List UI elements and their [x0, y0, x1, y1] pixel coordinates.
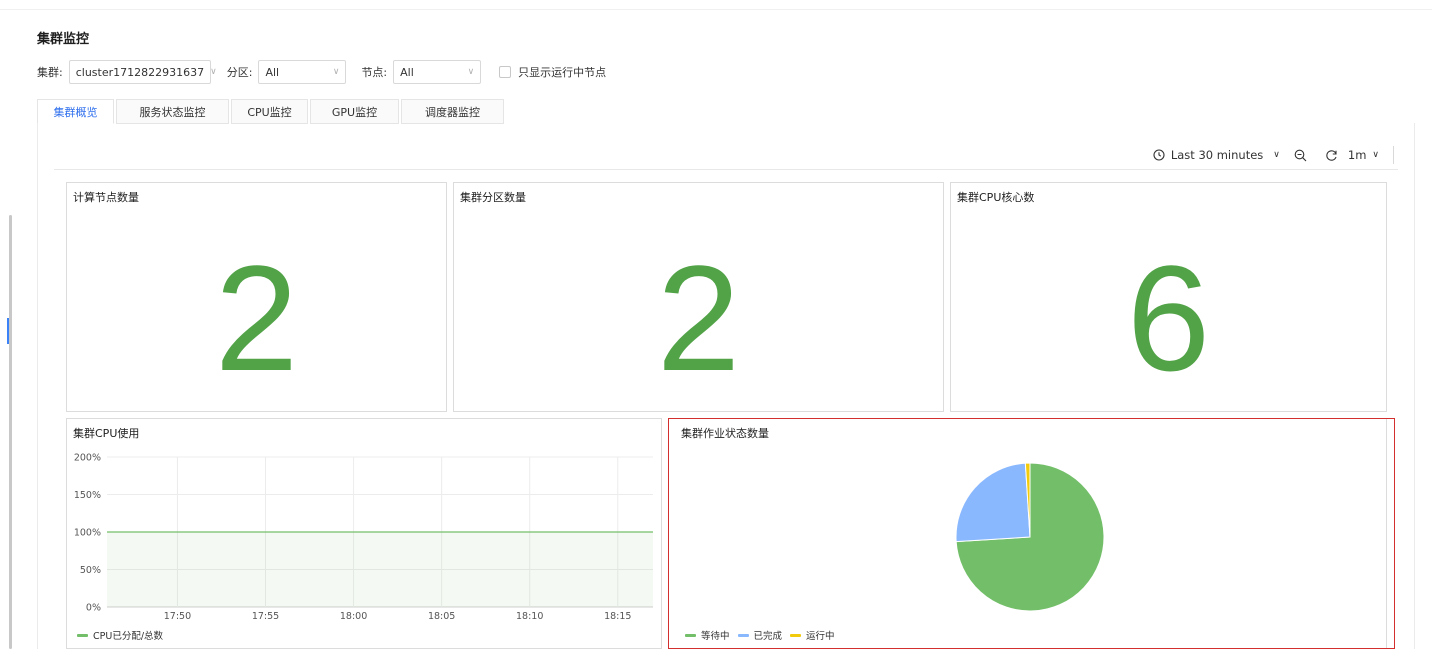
- page-title: 集群监控: [37, 32, 90, 47]
- stat-panel-node-count[interactable]: 计算节点数量 2: [66, 182, 447, 412]
- sidebar-scrollbar[interactable]: [9, 215, 12, 649]
- legend-swatch: [685, 633, 696, 637]
- panel-title: 集群CPU核心数: [957, 191, 1035, 204]
- x-tick-label: 17:50: [164, 611, 191, 622]
- job-status-panel[interactable]: 集群作业状态数量 等待中 已完成 运行中: [668, 418, 1395, 649]
- node-select[interactable]: All ∨: [393, 60, 482, 84]
- sidebar-active-marker: [7, 318, 9, 344]
- dashboard-toolbar: Last 30 minutes ∨ 1m ∨: [54, 141, 1398, 170]
- running-only-checkbox[interactable]: [499, 66, 512, 78]
- stat-panel-cpu-cores[interactable]: 集群CPU核心数 6: [950, 182, 1387, 412]
- legend-item[interactable]: CPU已分配/总数: [77, 628, 163, 642]
- tab-bar: 集群概览 服务状态监控 CPU监控 GPU监控 调度器监控: [37, 99, 506, 124]
- refresh-interval-label: 1m: [1347, 148, 1367, 162]
- node-select-value: All: [400, 65, 414, 79]
- legend-label: 等待中: [701, 631, 730, 642]
- zoom-out-button[interactable]: [1294, 149, 1307, 162]
- legend-label: 运行中: [806, 631, 835, 642]
- chevron-down-icon: ∨: [467, 67, 475, 77]
- zoom-out-icon: [1294, 149, 1307, 161]
- tab-cpu-monitor[interactable]: CPU监控: [231, 99, 308, 124]
- x-tick-label: 18:05: [428, 611, 455, 622]
- y-tick-label: 100%: [74, 528, 101, 539]
- partition-select-value: All: [265, 65, 280, 79]
- running-only-label[interactable]: 只显示运行中节点: [518, 64, 606, 80]
- pie-slice[interactable]: [955, 462, 1031, 543]
- cluster-select[interactable]: cluster1712822931637 ∨: [68, 60, 217, 84]
- stat-value: 2: [656, 234, 741, 402]
- job-status-pie-chart: [955, 462, 1105, 612]
- x-tick-label: 18:10: [516, 611, 543, 622]
- chevron-down-icon: ∨: [210, 67, 217, 77]
- cpu-usage-chart: 200% 150% 100% 50% 0% 17:50 17:55 18:00 18:05 18:…: [74, 453, 653, 622]
- y-tick-label: 200%: [74, 453, 101, 464]
- cluster-label: 集群:: [37, 66, 63, 79]
- legend-swatch: [790, 633, 802, 637]
- stat-value: 2: [214, 234, 299, 402]
- chart-legend: 等待中 已完成 运行中: [685, 628, 843, 642]
- top-divider: [0, 0, 1432, 10]
- y-tick-label: 0%: [86, 603, 101, 614]
- legend-item[interactable]: 已完成: [737, 628, 783, 642]
- refresh-button[interactable]: [1325, 149, 1338, 162]
- legend-swatch: [77, 633, 88, 637]
- time-range-picker[interactable]: Last 30 minutes ∨: [1153, 148, 1280, 162]
- legend-item[interactable]: 等待中: [685, 628, 730, 642]
- y-tick-label: 50%: [80, 565, 101, 576]
- cpu-usage-panel[interactable]: 集群CPU使用 200% 150% 100% 50% 0% 17:50 17:55 18:00…: [66, 418, 662, 649]
- tab-service-status[interactable]: 服务状态监控: [116, 99, 229, 124]
- tab-cluster-overview[interactable]: 集群概览: [37, 99, 114, 124]
- legend-swatch: [737, 633, 749, 637]
- cluster-select-value: cluster1712822931637: [75, 65, 205, 79]
- legend-item[interactable]: 运行中: [790, 628, 835, 642]
- tab-gpu-monitor[interactable]: GPU监控: [310, 99, 399, 124]
- filter-bar: 集群: cluster1712822931637 ∨ 分区: All ∨ 节点:…: [37, 60, 606, 84]
- x-tick-label: 18:15: [604, 611, 631, 622]
- chevron-down-icon: ∨: [332, 67, 340, 77]
- clock-icon: [1153, 149, 1165, 161]
- stat-panel-partition-count[interactable]: 集群分区数量 2: [453, 182, 944, 412]
- legend-label: CPU已分配/总数: [93, 631, 164, 642]
- panel-title: 集群分区数量: [460, 191, 526, 204]
- time-range-label: Last 30 minutes: [1170, 148, 1264, 162]
- partition-select[interactable]: All ∨: [258, 60, 347, 84]
- stat-value: 6: [1126, 234, 1211, 402]
- chart-legend: CPU已分配/总数: [77, 628, 171, 642]
- tab-scheduler-monitor[interactable]: 调度器监控: [401, 99, 504, 124]
- refresh-interval-picker[interactable]: 1m ∨: [1348, 148, 1379, 162]
- node-label: 节点:: [361, 66, 388, 79]
- y-tick-label: 150%: [74, 490, 101, 501]
- series-area: [107, 532, 653, 607]
- panel-title: 计算节点数量: [73, 191, 139, 204]
- chevron-down-icon: ∨: [1372, 150, 1379, 160]
- legend-label: 已完成: [753, 631, 783, 642]
- chevron-down-icon: ∨: [1273, 150, 1280, 160]
- refresh-icon: [1326, 149, 1337, 161]
- partition-label: 分区:: [226, 66, 253, 79]
- x-tick-label: 17:55: [252, 611, 279, 622]
- toolbar-divider: [1393, 146, 1394, 164]
- x-tick-label: 18:00: [340, 611, 367, 622]
